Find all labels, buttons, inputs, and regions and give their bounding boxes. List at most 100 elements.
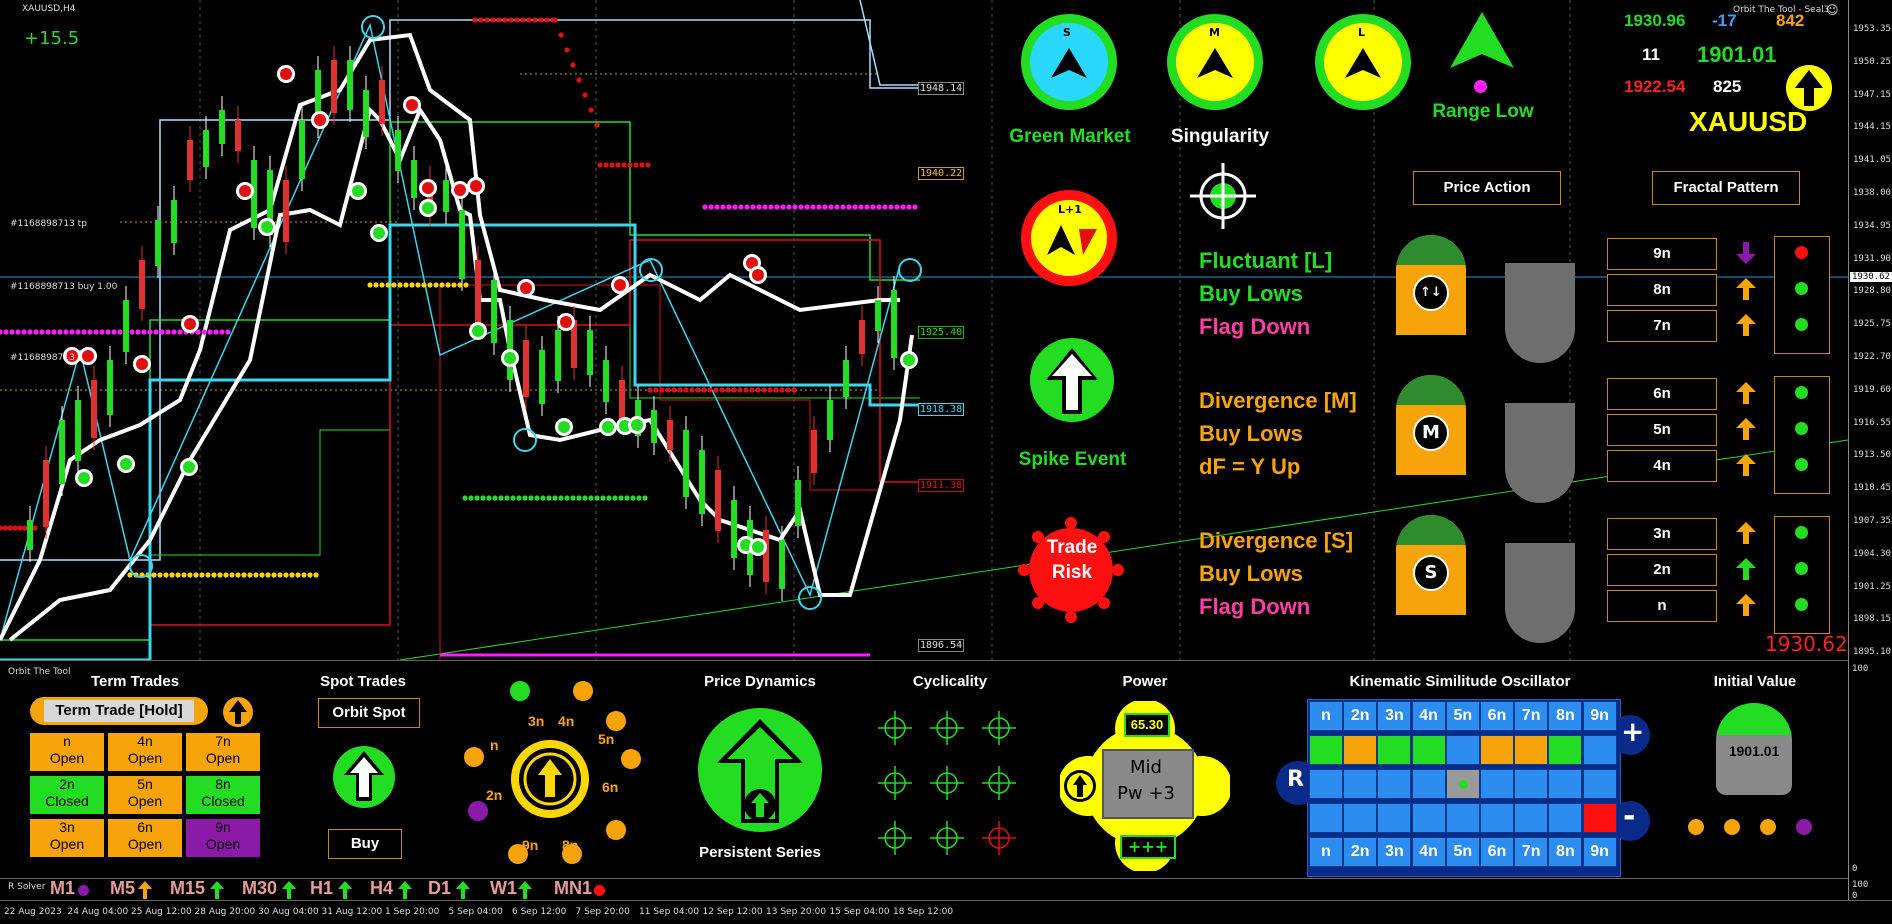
kso-cell[interactable] bbox=[1514, 769, 1549, 799]
kso-footer[interactable]: 7n bbox=[1514, 837, 1549, 867]
kso-cell[interactable] bbox=[1411, 735, 1446, 765]
kso-footer[interactable]: 5n bbox=[1445, 837, 1480, 867]
stat-v5: 1901.01 bbox=[1697, 42, 1777, 67]
timeframe-button[interactable]: M1 bbox=[50, 878, 75, 899]
kso-cell[interactable] bbox=[1343, 803, 1378, 833]
kso-cell[interactable] bbox=[1548, 735, 1583, 765]
level-box[interactable]: n bbox=[1607, 590, 1717, 622]
up-arrow-icon[interactable] bbox=[222, 696, 254, 728]
kso-footer[interactable]: 8n bbox=[1548, 837, 1583, 867]
kso-header[interactable]: 8n bbox=[1548, 701, 1583, 731]
kso-cell[interactable] bbox=[1309, 769, 1343, 799]
level-box[interactable]: 8n bbox=[1607, 274, 1717, 306]
kso-cell[interactable] bbox=[1582, 735, 1617, 765]
time-axis[interactable]: 22 Aug 2023 24 Aug 04:00 25 Aug 12:00 28 Au… bbox=[0, 900, 1892, 924]
kso-cell[interactable] bbox=[1377, 735, 1412, 765]
trail-dot bbox=[415, 282, 421, 288]
orbit-spot-button[interactable]: Orbit Spot bbox=[318, 698, 420, 728]
kso-cell[interactable] bbox=[1445, 769, 1480, 799]
kso-cell[interactable] bbox=[1480, 769, 1514, 799]
kso-cell[interactable] bbox=[1582, 769, 1617, 799]
kso-header[interactable]: n bbox=[1309, 701, 1343, 731]
current-price-axis-tag: 1930.62 bbox=[1850, 272, 1892, 282]
trail-dot bbox=[253, 572, 259, 578]
kso-footer[interactable]: 3n bbox=[1377, 837, 1412, 867]
arrow-up-icon bbox=[1736, 278, 1756, 300]
kso-cell[interactable] bbox=[1309, 803, 1343, 833]
kso-header[interactable]: 3n bbox=[1377, 701, 1412, 731]
term-trade-cell[interactable]: 8n Closed bbox=[186, 776, 260, 814]
fractal-marker-core bbox=[520, 282, 532, 294]
kso-cell[interactable] bbox=[1514, 735, 1549, 765]
term-trade-cell[interactable]: 9n Open bbox=[186, 819, 260, 857]
level-box[interactable]: 2n bbox=[1607, 554, 1717, 586]
price-action-tab[interactable]: Price Action bbox=[1413, 171, 1561, 205]
timeframe-button[interactable]: M5 bbox=[110, 878, 135, 899]
kso-header[interactable]: 6n bbox=[1480, 701, 1514, 731]
level-box[interactable]: 6n bbox=[1607, 378, 1717, 410]
kso-cell[interactable] bbox=[1445, 735, 1480, 765]
fractal-pattern-tab[interactable]: Fractal Pattern bbox=[1652, 171, 1800, 205]
orbit-label: n bbox=[490, 737, 499, 753]
l-plus-1-indicator[interactable]: L+1 bbox=[1021, 190, 1117, 286]
kso-cell[interactable] bbox=[1480, 803, 1514, 833]
term-trade-cell[interactable]: 2n Closed bbox=[30, 776, 104, 814]
kso-footer[interactable]: 9n bbox=[1582, 837, 1617, 867]
pivot-marker bbox=[898, 258, 922, 282]
timeframe-button[interactable]: D1 bbox=[428, 878, 451, 899]
kso-cell[interactable] bbox=[1548, 803, 1583, 833]
kso-footer[interactable]: 2n bbox=[1343, 837, 1378, 867]
spike-event-icon[interactable] bbox=[1030, 338, 1114, 422]
kso-cell[interactable] bbox=[1343, 735, 1378, 765]
kso-footer[interactable]: 6n bbox=[1480, 837, 1514, 867]
kso-cell[interactable] bbox=[1582, 803, 1617, 833]
timeframe-button[interactable]: H1 bbox=[310, 878, 333, 899]
up-arrow-icon[interactable] bbox=[1785, 64, 1833, 112]
term-trade-cell[interactable]: 4n Open bbox=[108, 733, 182, 771]
term-cell-number: 7n bbox=[215, 733, 231, 749]
price-chart[interactable]: XAUUSD,H4 +15.5 #1168898713 tp #11688987… bbox=[0, 0, 1848, 660]
trail-dot bbox=[474, 495, 480, 501]
kso-cell[interactable] bbox=[1445, 803, 1480, 833]
fractal-marker-core bbox=[239, 185, 251, 197]
kso-header[interactable]: 7n bbox=[1514, 701, 1549, 731]
term-trade-cell[interactable]: 5n Open bbox=[108, 776, 182, 814]
kso-header[interactable]: 4n bbox=[1411, 701, 1446, 731]
level-box[interactable]: 7n bbox=[1607, 310, 1717, 342]
term-trade-cell[interactable]: 3n Open bbox=[30, 819, 104, 857]
timeframe-button[interactable]: H4 bbox=[370, 878, 393, 899]
level-box[interactable]: 9n bbox=[1607, 238, 1717, 270]
kso-cell[interactable] bbox=[1343, 769, 1378, 799]
kso-cell[interactable] bbox=[1548, 769, 1583, 799]
trail-dot bbox=[719, 387, 725, 393]
kso-footer[interactable]: n bbox=[1309, 837, 1343, 867]
term-trade-cell[interactable]: 6n Open bbox=[108, 819, 182, 857]
timeframe-button[interactable]: M15 bbox=[170, 878, 205, 899]
candle-body bbox=[715, 470, 721, 531]
timeframe-button[interactable]: MN1 bbox=[554, 878, 592, 899]
level-box[interactable]: 4n bbox=[1607, 450, 1717, 482]
kso-cell[interactable] bbox=[1377, 803, 1412, 833]
compass-s[interactable]: S bbox=[1021, 14, 1117, 110]
kso-header[interactable]: 5n bbox=[1445, 701, 1480, 731]
kso-footer[interactable]: 4n bbox=[1411, 837, 1446, 867]
compass-m[interactable]: M bbox=[1167, 14, 1263, 110]
kso-cell[interactable] bbox=[1514, 803, 1549, 833]
compass-l[interactable]: L bbox=[1315, 14, 1411, 110]
level-box[interactable]: 3n bbox=[1607, 518, 1717, 550]
kso-header[interactable]: 2n bbox=[1343, 701, 1378, 731]
kso-cell[interactable] bbox=[1480, 735, 1514, 765]
term-trade-hold-button[interactable]: Term Trade [Hold] bbox=[30, 697, 208, 725]
term-trade-cell[interactable]: 7n Open bbox=[186, 733, 260, 771]
level-box[interactable]: 5n bbox=[1607, 414, 1717, 446]
buy-button[interactable]: Buy bbox=[328, 829, 402, 859]
kso-cell[interactable] bbox=[1411, 769, 1446, 799]
price-axis[interactable]: 1953.35 1950.25 1947.15 1944.15 1941.05 1938.… bbox=[1848, 0, 1892, 900]
kso-cell[interactable] bbox=[1309, 735, 1343, 765]
timeframe-button[interactable]: M30 bbox=[242, 878, 277, 899]
kso-cell[interactable] bbox=[1377, 769, 1412, 799]
kso-cell[interactable] bbox=[1411, 803, 1446, 833]
kso-header[interactable]: 9n bbox=[1582, 701, 1617, 731]
term-trade-cell[interactable]: n Open bbox=[30, 733, 104, 771]
timeframe-button[interactable]: W1 bbox=[490, 878, 517, 899]
